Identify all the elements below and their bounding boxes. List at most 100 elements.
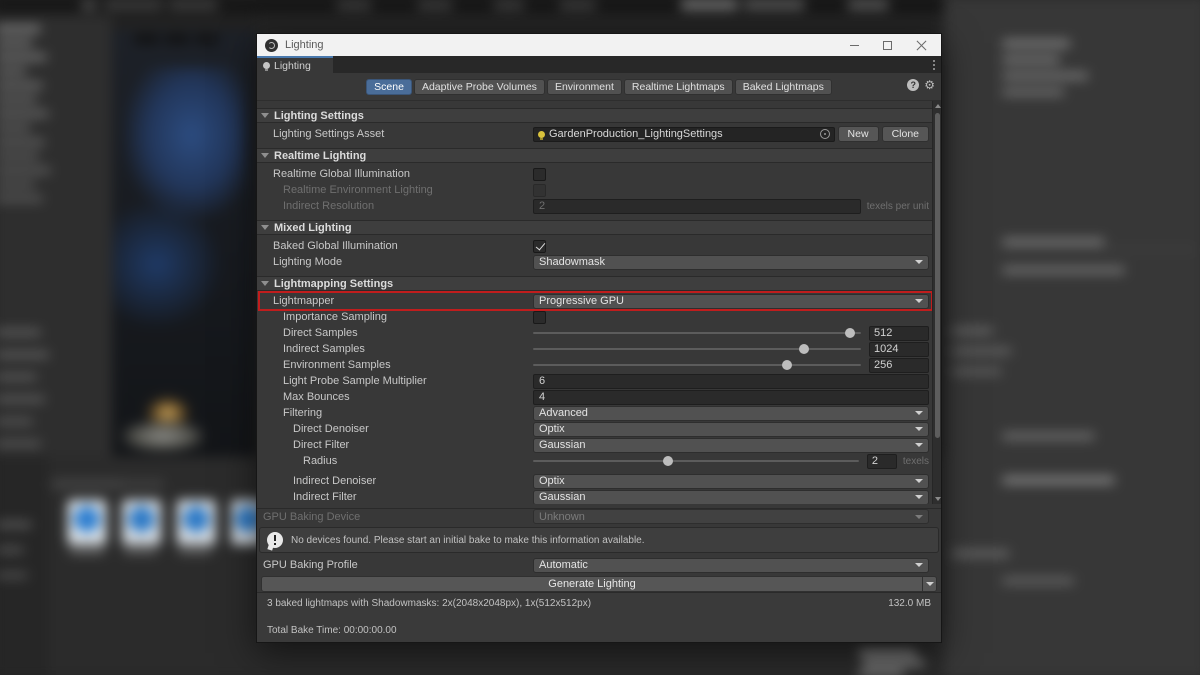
gear-icon[interactable]: ⚙ — [924, 79, 935, 91]
gpu-baking-profile-dropdown[interactable]: Automatic — [533, 558, 929, 573]
lighting-window: Lighting Lighting Scene Adaptive Probe V… — [256, 33, 942, 643]
row-gpu-baking-device: GPU Baking Device Unknown — [257, 508, 941, 524]
hierarchy-text — [0, 125, 30, 130]
dock-tabstrip: Lighting — [257, 56, 941, 73]
lighting-mode-dropdown[interactable]: Shadowmask — [533, 255, 929, 270]
scrollbar-thumb[interactable] — [935, 113, 940, 438]
tab-scene[interactable]: Scene — [366, 79, 412, 95]
row-gpu-baking-profile: GPU Baking Profile Automatic — [257, 557, 941, 573]
slider-knob[interactable] — [845, 328, 855, 338]
direct-samples-value-field[interactable]: 512 — [869, 326, 929, 341]
inspector-divider — [1003, 249, 1195, 250]
generate-lighting-dropdown[interactable] — [923, 576, 937, 592]
realtime-gi-checkbox[interactable] — [533, 168, 546, 181]
field-label: Indirect Filter — [293, 491, 533, 503]
minimize-icon[interactable] — [850, 45, 859, 46]
section-realtime-lighting[interactable]: Realtime Lighting — [257, 148, 941, 163]
radius-slider[interactable] — [533, 460, 859, 462]
background-text — [863, 660, 924, 666]
max-bounces-field[interactable]: 4 — [533, 390, 929, 405]
tab-environment[interactable]: Environment — [547, 79, 622, 95]
section-mixed-lighting[interactable]: Mixed Lighting — [257, 220, 941, 235]
warning-text: No devices found. Please start an initia… — [291, 535, 645, 546]
row-light-probe-sample-multiplier: Light Probe Sample Multiplier 6 — [257, 373, 941, 389]
inspector-text — [952, 348, 1011, 354]
light-probe-multiplier-field[interactable]: 6 — [533, 374, 929, 389]
tab-realtime-lightmaps[interactable]: Realtime Lightmaps — [624, 79, 733, 95]
new-button[interactable]: New — [838, 126, 879, 142]
slider-knob[interactable] — [799, 344, 809, 354]
row-baked-gi: Baked Global Illumination — [257, 238, 941, 254]
inspector-text — [1003, 89, 1064, 95]
direct-denoiser-dropdown[interactable]: Optix — [533, 422, 929, 437]
indirect-samples-value-field[interactable]: 1024 — [869, 342, 929, 357]
maximize-icon[interactable] — [883, 41, 892, 50]
vertical-scrollbar[interactable] — [932, 101, 941, 504]
hierarchy-text — [0, 441, 40, 446]
section-lighting-settings[interactable]: Lighting Settings — [257, 108, 941, 123]
object-picker-icon[interactable] — [820, 129, 830, 139]
environment-samples-value-field[interactable]: 256 — [869, 358, 929, 373]
field-label: Lightmapper — [273, 295, 533, 307]
dropdown-value: Optix — [539, 475, 565, 487]
field-label: Indirect Resolution — [283, 200, 533, 212]
field-label: Filtering — [283, 407, 533, 419]
radius-value-field[interactable]: 2 — [867, 454, 897, 469]
chevron-down-icon — [915, 443, 923, 447]
field-label: GPU Baking Device — [263, 511, 533, 523]
foldout-arrow-icon[interactable] — [261, 225, 269, 230]
filtering-dropdown[interactable]: Advanced — [533, 406, 929, 421]
top-tab — [169, 0, 218, 10]
dock-tab-label: Lighting — [274, 60, 311, 72]
tab-baked-lightmaps[interactable]: Baked Lightmaps — [735, 79, 832, 95]
inspector-text — [1003, 433, 1094, 439]
foldout-arrow-icon[interactable] — [261, 153, 269, 158]
tab-lighting[interactable]: Lighting — [257, 56, 333, 73]
indirect-samples-slider[interactable] — [533, 348, 861, 350]
hierarchy-text — [0, 83, 42, 88]
lightmap-stats: 3 baked lightmaps with Shadowmasks: 2x(2… — [267, 598, 591, 609]
lightmapper-dropdown[interactable]: Progressive GPU — [533, 294, 929, 309]
asset-file-badge — [74, 506, 100, 532]
indirect-filter-dropdown[interactable]: Gaussian — [533, 490, 929, 505]
direct-filter-dropdown[interactable]: Gaussian — [533, 438, 929, 453]
indirect-denoiser-dropdown[interactable]: Optix — [533, 474, 929, 489]
direct-samples-slider[interactable] — [533, 332, 861, 334]
lighting-settings-asset-field[interactable]: GardenProduction_LightingSettings — [533, 127, 835, 142]
hierarchy-text — [0, 69, 26, 74]
row-lighting-mode: Lighting Mode Shadowmask — [257, 254, 941, 270]
more-menu-icon[interactable] — [927, 56, 941, 73]
foldout-arrow-icon[interactable] — [261, 281, 269, 286]
top-tab — [418, 0, 452, 10]
mode-toolbar: Scene Adaptive Probe Volumes Environment… — [257, 73, 941, 101]
hierarchy-text — [0, 419, 32, 424]
dropdown-value: Automatic — [539, 559, 588, 571]
row-filtering: Filtering Advanced — [257, 405, 941, 421]
generate-lighting-button[interactable]: Generate Lighting — [261, 576, 923, 592]
generate-lighting-row: Generate Lighting — [261, 576, 937, 592]
row-realtime-gi: Realtime Global Illumination — [257, 166, 941, 182]
inspector-text — [1003, 267, 1124, 273]
chevron-down-icon — [915, 495, 923, 499]
foldout-arrow-icon[interactable] — [261, 113, 269, 118]
inspector-text — [1003, 578, 1074, 584]
hierarchy-text — [0, 397, 44, 402]
close-icon[interactable] — [916, 40, 927, 51]
section-lightmapping-settings[interactable]: Lightmapping Settings — [257, 276, 941, 291]
section-title: Realtime Lighting — [274, 150, 366, 162]
clone-button[interactable]: Clone — [882, 126, 929, 142]
scroll-up-icon[interactable] — [935, 104, 941, 108]
slider-knob[interactable] — [782, 360, 792, 370]
tab-adaptive-probe-volumes[interactable]: Adaptive Probe Volumes — [414, 79, 545, 95]
importance-sampling-checkbox[interactable] — [533, 311, 546, 324]
baked-gi-checkbox[interactable] — [533, 240, 546, 253]
window-titlebar[interactable]: Lighting — [257, 34, 941, 56]
environment-samples-slider[interactable] — [533, 364, 861, 366]
help-icon[interactable]: ? — [907, 79, 919, 91]
scroll-down-icon[interactable] — [935, 497, 941, 501]
row-importance-sampling: Importance Sampling — [257, 309, 941, 325]
hierarchy-panel — [0, 14, 112, 456]
slider-knob[interactable] — [663, 456, 673, 466]
top-tab — [744, 0, 805, 10]
chevron-down-icon — [915, 299, 923, 303]
